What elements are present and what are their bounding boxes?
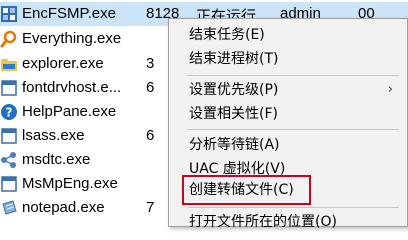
menu-item-uac-virtualization[interactable]: UAC 虚拟化(V)	[169, 158, 407, 180]
menu-item-end-task[interactable]: 结束任务(E)	[169, 24, 407, 46]
notepad-icon	[2, 200, 17, 215]
lsass-icon	[1, 128, 17, 144]
menu-item-analyze-wait-chain[interactable]: 分析等待链(A)	[169, 134, 407, 156]
menu-item-label: 设置相关性(F)	[189, 106, 278, 122]
process-name: EncFSMP.exe	[22, 5, 116, 22]
menu-item-label: 结束进程树(T)	[189, 51, 279, 67]
menu-separator	[187, 207, 399, 208]
fontdrvhost-icon	[1, 80, 17, 96]
process-pid: 6	[146, 127, 155, 144]
help-icon: ?	[1, 104, 17, 120]
process-name: Everything.exe	[22, 30, 122, 47]
process-name: notepad.exe	[22, 199, 105, 216]
process-pid: 7	[146, 199, 155, 216]
menu-item-create-dump-file[interactable]: 创建转储文件(C)	[169, 179, 407, 201]
menu-separator	[187, 129, 399, 130]
menu-item-set-affinity[interactable]: 设置相关性(F)	[169, 103, 407, 125]
process-name: fontdrvhost.e...	[22, 79, 122, 96]
process-pid: 3	[146, 55, 155, 72]
process-name: explorer.exe	[22, 55, 104, 72]
process-name: HelpPane.exe	[22, 103, 117, 120]
process-name: msdtc.exe	[22, 151, 91, 168]
menu-item-label: UAC 虚拟化(V)	[189, 161, 286, 177]
menu-item-end-process-tree[interactable]: 结束进程树(T)	[169, 48, 407, 70]
menu-item-label: 结束任务(E)	[189, 27, 265, 43]
context-menu: 结束任务(E) 结束进程树(T) 设置优先级(P) › 设置相关性(F) 分析等…	[168, 18, 408, 230]
menu-item-label: 打开文件所在的位置(O)	[189, 214, 337, 230]
process-name: lsass.exe	[22, 127, 85, 144]
msmpeng-icon	[1, 176, 17, 192]
process-pid: 6	[146, 79, 155, 96]
msdtc-icon	[1, 152, 16, 168]
everything-search-icon	[0, 30, 17, 48]
menu-item-label: 设置优先级(P)	[189, 82, 279, 98]
explorer-folder-icon	[1, 59, 17, 71]
menu-item-set-priority[interactable]: 设置优先级(P) ›	[169, 79, 407, 101]
menu-separator	[187, 75, 399, 76]
submenu-arrow-icon: ›	[387, 82, 393, 97]
menu-item-label: 创建转储文件(C)	[189, 182, 294, 198]
menu-item-label: 分析等待链(A)	[189, 137, 280, 153]
svg-text:?: ?	[6, 106, 13, 120]
process-name: MsMpEng.exe	[22, 175, 118, 192]
encfsmp-icon	[1, 6, 17, 22]
menu-item-open-file-location[interactable]: 打开文件所在的位置(O)	[169, 211, 407, 233]
